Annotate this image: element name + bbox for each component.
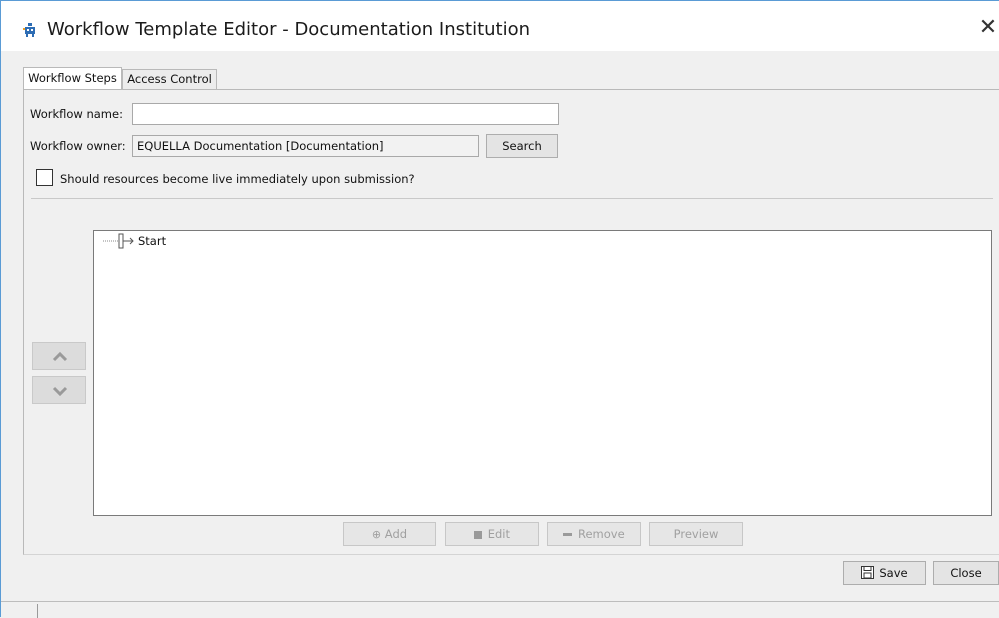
move-up-button[interactable]	[32, 342, 86, 370]
workflow-owner-label: Workflow owner:	[30, 139, 126, 153]
workflow-owner-field: EQUELLA Documentation [Documentation]	[132, 135, 479, 157]
tab-access-control[interactable]: Access Control	[122, 69, 217, 89]
save-button[interactable]: Save	[843, 561, 926, 585]
tree-connector-icon	[103, 233, 134, 249]
title-bar: Workflow Template Editor - Documentation…	[1, 1, 999, 51]
status-bar-divider	[37, 604, 38, 618]
save-disk-icon	[861, 566, 875, 579]
close-window-icon[interactable]: ✕	[977, 15, 999, 41]
edit-step-button[interactable]: Edit	[445, 522, 539, 546]
remove-icon	[563, 533, 573, 536]
tab-workflow-steps[interactable]: Workflow Steps	[23, 67, 122, 90]
workflow-steps-tree[interactable]	[93, 230, 992, 516]
section-divider	[31, 198, 993, 199]
tree-node-start[interactable]: Start	[138, 234, 166, 248]
edit-icon	[474, 530, 483, 539]
save-label: Save	[879, 566, 908, 580]
search-button[interactable]: Search	[486, 134, 558, 158]
workflow-app-icon	[23, 23, 35, 37]
chevron-up-icon	[52, 351, 68, 362]
add-step-button[interactable]: ⊕ Add	[343, 522, 436, 546]
workflow-editor-window: Workflow Template Editor - Documentation…	[0, 0, 999, 618]
close-button[interactable]: Close	[933, 561, 999, 585]
add-icon: ⊕	[371, 528, 382, 541]
live-upon-submission-checkbox[interactable]	[36, 169, 53, 186]
window-title: Workflow Template Editor - Documentation…	[47, 19, 531, 40]
move-down-button[interactable]	[32, 376, 86, 404]
status-bar	[1, 601, 999, 618]
chevron-down-icon	[52, 386, 68, 397]
preview-step-button[interactable]: Preview	[649, 522, 743, 546]
workflow-name-label: Workflow name:	[30, 107, 123, 121]
workflow-name-input[interactable]	[132, 103, 559, 125]
edit-step-label: Edit	[487, 527, 510, 541]
add-step-label: Add	[384, 527, 408, 541]
remove-step-button[interactable]: Remove	[547, 522, 641, 546]
live-upon-submission-label: Should resources become live immediately…	[60, 172, 415, 186]
remove-step-label: Remove	[577, 527, 625, 541]
